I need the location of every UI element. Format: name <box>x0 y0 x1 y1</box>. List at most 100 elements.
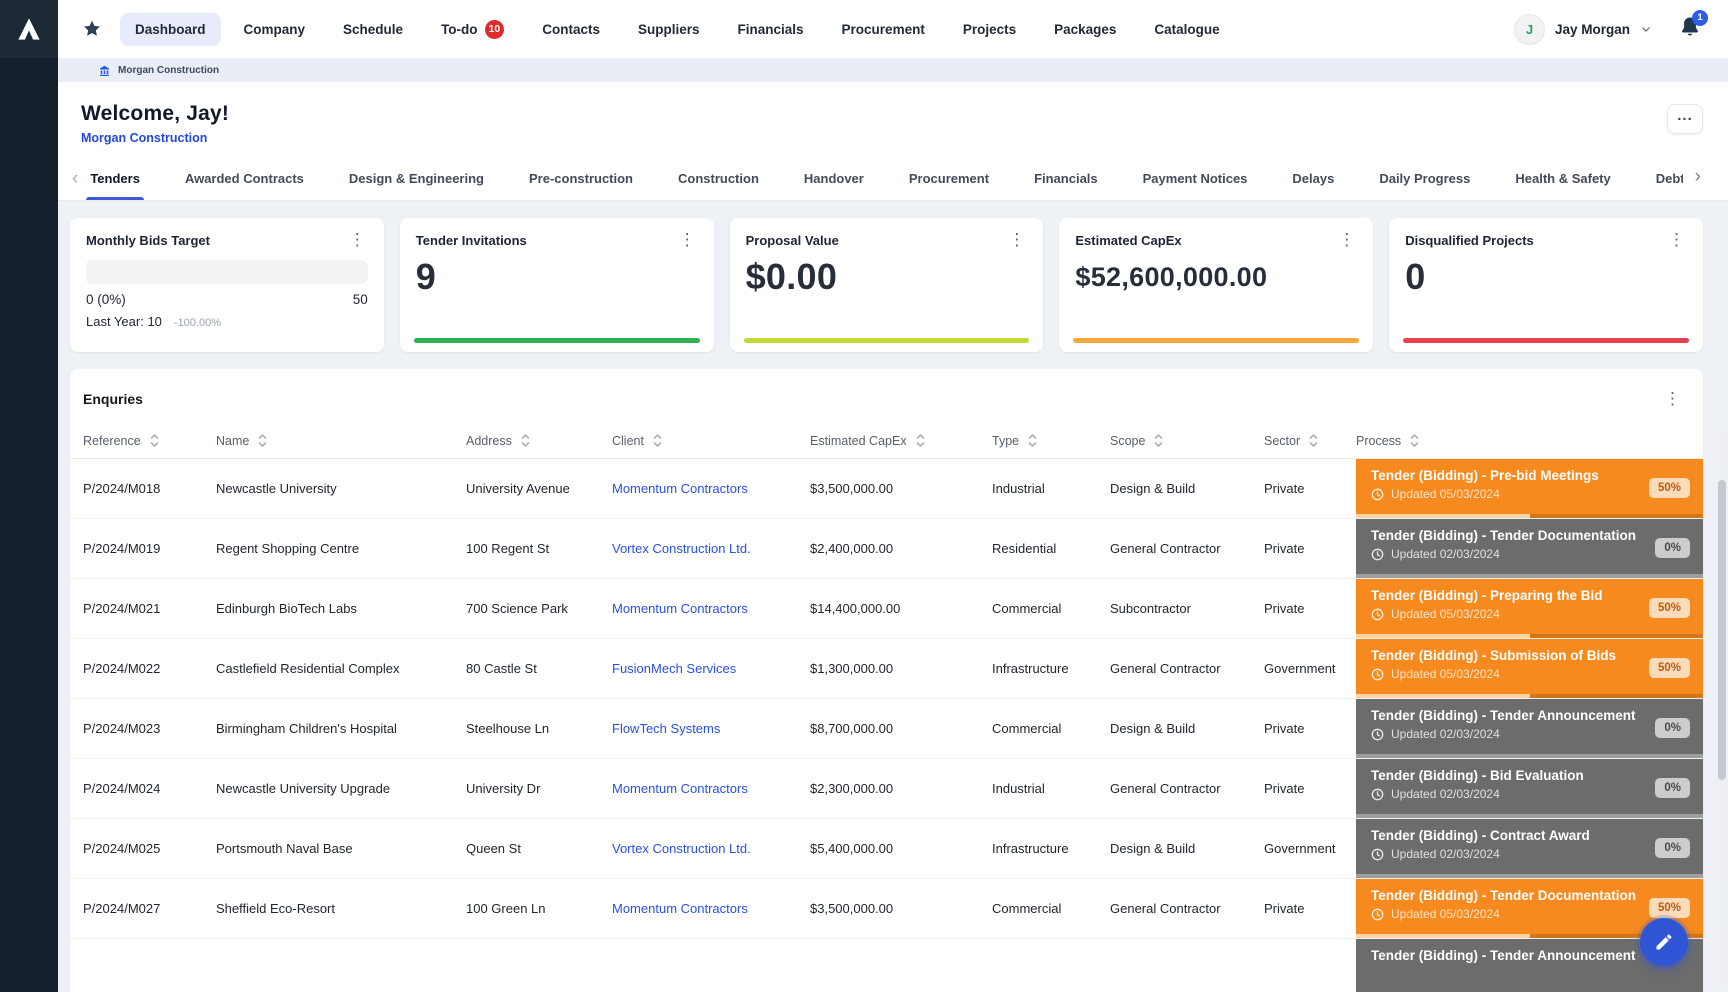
process-status-bar[interactable]: Tender (Bidding) - Contract AwardUpdated… <box>1356 819 1703 878</box>
scrollbar-thumb[interactable] <box>1718 480 1726 780</box>
cell-name: Portsmouth Naval Base <box>216 841 466 856</box>
cell-reference: P/2024/M021 <box>70 601 216 616</box>
process-status-bar[interactable]: Tender (Bidding) - Tender DocumentationU… <box>1356 519 1703 578</box>
cell-client-link[interactable]: Momentum Contractors <box>612 601 810 616</box>
enquiries-kebab-menu-icon[interactable]: ⋮ <box>1662 392 1683 406</box>
favorite-star-button[interactable] <box>82 18 104 40</box>
nav-item-contacts[interactable]: Contacts <box>527 13 615 46</box>
column-header-name[interactable]: Name <box>216 433 466 448</box>
column-label: Client <box>612 434 644 448</box>
cell-reference: P/2024/M025 <box>70 841 216 856</box>
nav-item-suppliers[interactable]: Suppliers <box>623 13 715 46</box>
tab-handover[interactable]: Handover <box>802 161 866 200</box>
kpi-card-kebab-menu-icon[interactable]: ⋮ <box>677 233 698 247</box>
cell-type: Infrastructure <box>992 841 1110 856</box>
column-header-process[interactable]: Process <box>1356 433 1703 448</box>
column-label: Sector <box>1264 434 1300 448</box>
kpi-card-kebab-menu-icon[interactable]: ⋮ <box>1666 233 1687 247</box>
tab-delays[interactable]: Delays <box>1290 161 1336 200</box>
cell-client-link[interactable]: FlowTech Systems <box>612 721 810 736</box>
process-updated-label: Updated 02/03/2024 <box>1391 787 1500 801</box>
column-label: Address <box>466 434 512 448</box>
column-header-type[interactable]: Type <box>992 433 1110 448</box>
notifications-button[interactable]: 1 <box>1678 15 1702 44</box>
column-header-scope[interactable]: Scope <box>1110 433 1264 448</box>
clock-icon <box>1371 908 1384 921</box>
process-status-bar[interactable]: Tender (Bidding) - Tender AnnouncementUp… <box>1356 699 1703 758</box>
table-row[interactable]: P/2024/M019Regent Shopping Centre100 Reg… <box>70 519 1703 579</box>
process-title: Tender (Bidding) - Contract Award <box>1371 828 1689 843</box>
kpi-value: $52,600,000.00 <box>1075 262 1357 293</box>
cell-client-link[interactable]: Momentum Contractors <box>612 901 810 916</box>
edit-fab-button[interactable] <box>1640 918 1688 966</box>
process-status-bar[interactable]: Tender (Bidding) - Pre-bid MeetingsUpdat… <box>1356 459 1703 518</box>
nav-item-label: Contacts <box>542 22 600 37</box>
kpi-card-head: Monthly Bids Target ⋮ <box>86 233 368 248</box>
nav-item-schedule[interactable]: Schedule <box>328 13 418 46</box>
table-header-row: ReferenceNameAddress Client Estimated CapE… <box>70 423 1703 459</box>
tabs-scroll-right-icon[interactable]: › <box>1683 161 1703 198</box>
tab-design-engineering[interactable]: Design & Engineering <box>347 161 486 200</box>
tab-construction[interactable]: Construction <box>676 161 761 200</box>
process-title: Tender (Bidding) - Preparing the Bid <box>1371 588 1689 603</box>
table-row[interactable]: P/2024/M018Newcastle UniversityUniversit… <box>70 459 1703 519</box>
tab-payment-notices[interactable]: Payment Notices <box>1141 161 1250 200</box>
tab-daily-progress[interactable]: Daily Progress <box>1377 161 1472 200</box>
cell-type: Commercial <box>992 601 1110 616</box>
cell-sector: Private <box>1264 781 1356 796</box>
kpi-card-kebab-menu-icon[interactable]: ⋮ <box>1006 233 1027 247</box>
cell-client-link[interactable]: Momentum Contractors <box>612 781 810 796</box>
table-row[interactable]: P/2024/M025Portsmouth Naval BaseQueen St… <box>70 819 1703 879</box>
cell-type: Industrial <box>992 481 1110 496</box>
tab-health-safety[interactable]: Health & Safety <box>1513 161 1612 200</box>
cell-process: Tender (Bidding) - Bid EvaluationUpdated… <box>1356 759 1703 818</box>
table-row[interactable]: P/2024/M027Sheffield Eco-Resort100 Green… <box>70 879 1703 939</box>
tab-awarded-contracts[interactable]: Awarded Contracts <box>183 161 306 200</box>
nav-item-procurement[interactable]: Procurement <box>827 13 940 46</box>
nav-item-catalogue[interactable]: Catalogue <box>1139 13 1234 46</box>
table-row[interactable]: Tender (Bidding) - Tender Announcement <box>70 939 1703 992</box>
nav-item-dashboard[interactable]: Dashboard <box>120 13 221 46</box>
column-header-client[interactable]: Client <box>612 433 810 448</box>
cell-scope: General Contractor <box>1110 781 1264 796</box>
kpi-card-kebab-menu-icon[interactable]: ⋮ <box>347 233 368 247</box>
nav-item-to-do[interactable]: To-do10 <box>426 11 519 48</box>
process-percent-badge: 0% <box>1655 838 1690 858</box>
nav-item-packages[interactable]: Packages <box>1039 13 1131 46</box>
table-row[interactable]: P/2024/M024Newcastle University UpgradeU… <box>70 759 1703 819</box>
tab-financials[interactable]: Financials <box>1032 161 1100 200</box>
cell-reference: P/2024/M023 <box>70 721 216 736</box>
column-header-reference[interactable]: Reference <box>70 433 216 448</box>
column-header-sector[interactable]: Sector <box>1264 433 1356 448</box>
kpi-accent-bar <box>1073 338 1359 343</box>
nav-item-projects[interactable]: Projects <box>948 13 1031 46</box>
nav-item-company[interactable]: Company <box>229 13 321 46</box>
cell-process: Tender (Bidding) - Tender AnnouncementUp… <box>1356 699 1703 758</box>
cell-capex: $1,300,000.00 <box>810 661 992 676</box>
kpi-card-title: Monthly Bids Target <box>86 233 210 248</box>
user-menu[interactable]: J Jay Morgan <box>1514 14 1652 45</box>
table-row[interactable]: P/2024/M023Birmingham Children's Hospita… <box>70 699 1703 759</box>
tab-procurement[interactable]: Procurement <box>907 161 991 200</box>
column-header-estimated-capex[interactable]: Estimated CapEx <box>810 433 992 448</box>
nav-item-financials[interactable]: Financials <box>723 13 819 46</box>
cell-client-link[interactable]: Vortex Construction Ltd. <box>612 541 810 556</box>
tab-tenders[interactable]: Tenders <box>88 161 142 200</box>
process-status-bar[interactable]: Tender (Bidding) - Bid EvaluationUpdated… <box>1356 759 1703 818</box>
cell-client-link[interactable]: Momentum Contractors <box>612 481 810 496</box>
tab-pre-construction[interactable]: Pre-construction <box>527 161 635 200</box>
app-logo[interactable] <box>0 0 58 58</box>
bids-target-footer: Last Year: 10-100.00% <box>86 314 368 329</box>
page-more-options-button[interactable]: ... <box>1667 104 1703 134</box>
process-status-bar[interactable]: Tender (Bidding) - Submission of BidsUpd… <box>1356 639 1703 698</box>
breadcrumb[interactable]: Morgan Construction <box>58 58 1728 82</box>
table-row[interactable]: P/2024/M022Castlefield Residential Compl… <box>70 639 1703 699</box>
process-status-bar[interactable]: Tender (Bidding) - Preparing the BidUpda… <box>1356 579 1703 638</box>
cell-client-link[interactable]: FusionMech Services <box>612 661 810 676</box>
kpi-card-kebab-menu-icon[interactable]: ⋮ <box>1336 233 1357 247</box>
company-link[interactable]: Morgan Construction <box>81 131 207 145</box>
column-header-address[interactable]: Address <box>466 433 612 448</box>
table-row[interactable]: P/2024/M021Edinburgh BioTech Labs700 Sci… <box>70 579 1703 639</box>
cell-client-link[interactable]: Vortex Construction Ltd. <box>612 841 810 856</box>
tabs-scroll-left-icon[interactable]: ‹ <box>70 161 88 200</box>
